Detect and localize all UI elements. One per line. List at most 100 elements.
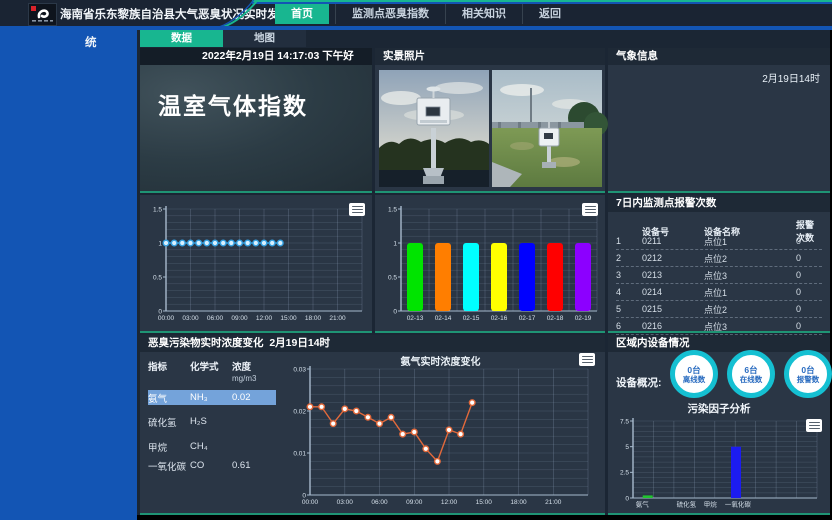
svg-text:18:00: 18:00 xyxy=(305,315,322,322)
device-name: 点位3 xyxy=(704,269,796,282)
row-index: 1 xyxy=(616,236,642,246)
unit-label: mg/m3 xyxy=(232,374,256,383)
row-index: 3 xyxy=(616,270,642,280)
chemical-formula: CH₄ xyxy=(190,441,232,452)
svg-text:7.5: 7.5 xyxy=(620,418,629,425)
weather-panel: 气象信息 2月19日14时 xyxy=(608,48,830,193)
row-index: 6 xyxy=(616,321,642,331)
svg-text:0.5: 0.5 xyxy=(153,274,162,281)
nav-menu-item[interactable]: 返回 xyxy=(522,4,577,24)
photos-panel: 实景照片 xyxy=(375,48,605,193)
nav-menu-item[interactable]: 相关知识 xyxy=(445,4,522,24)
nav-menu-item[interactable]: 监测点恶臭指数 xyxy=(335,4,445,24)
svg-text:03:00: 03:00 xyxy=(182,315,199,322)
col-indicator: 指标 xyxy=(148,359,190,384)
alarm-count: 0 xyxy=(796,304,822,314)
svg-text:2.5: 2.5 xyxy=(620,470,629,477)
indicator-name: 甲烷 xyxy=(148,440,190,454)
stat-badge: 0台 报警数 xyxy=(784,350,832,398)
device-no: 0216 xyxy=(642,321,704,331)
table-row: 5 0215 点位2 0 xyxy=(616,301,822,318)
pollutants-panel: 恶臭污染物实时浓度变化 2月19日14时 指标 化学式 浓度mg/m3 氨气 N… xyxy=(140,335,605,515)
col-formula: 化学式 xyxy=(190,359,232,384)
chart-menu-icon[interactable] xyxy=(349,203,365,216)
svg-text:02-13: 02-13 xyxy=(407,315,424,322)
svg-text:0.02: 0.02 xyxy=(293,408,306,415)
row-index: 4 xyxy=(616,287,642,297)
svg-text:0.5: 0.5 xyxy=(388,274,397,281)
pollutant-row[interactable]: 一氧化碳 CO 0.61 xyxy=(148,458,276,473)
weather-timestamp: 2月19日14时 xyxy=(762,70,820,85)
svg-text:0: 0 xyxy=(625,495,629,502)
table-row: 3 0213 点位3 0 xyxy=(616,267,822,284)
alarm-count: 0 xyxy=(796,287,822,297)
svg-text:5: 5 xyxy=(625,444,629,451)
greeting-slideshow: 温室气体指数 xyxy=(140,65,372,191)
svg-text:0.03: 0.03 xyxy=(293,366,306,373)
row-index: 2 xyxy=(616,253,642,263)
alarm-table: 设备号 设备名称 报警次数 1 0211 点位1 0 2 0212 点位2 0 xyxy=(616,218,822,335)
stat-badge: 0台 离线数 xyxy=(670,350,718,398)
table-row: 2 0212 点位2 0 xyxy=(616,250,822,267)
device-no: 0214 xyxy=(642,287,704,297)
chart-menu-icon[interactable] xyxy=(806,419,822,432)
indicator-name: 硫化氢 xyxy=(148,415,190,429)
svg-text:02-17: 02-17 xyxy=(519,315,536,322)
svg-text:03:00: 03:00 xyxy=(337,499,354,506)
stat-label: 报警数 xyxy=(797,375,820,384)
alarm-table-header: 设备号 设备名称 报警次数 xyxy=(616,218,822,233)
datetime-header: 2022年2月19日 14:17:03 下午好 xyxy=(140,48,372,65)
device-no: 0215 xyxy=(642,304,704,314)
pollutants-timestamp: 2月19日14时 xyxy=(269,337,330,349)
alarm-panel-title: 7日内监测点报警次数 xyxy=(608,195,830,212)
stat-badge: 6台 在线数 xyxy=(727,350,775,398)
stat-count: 6台 xyxy=(744,365,757,375)
device-no: 0211 xyxy=(642,236,704,246)
view-tab[interactable]: 地图 xyxy=(223,30,306,47)
stat-label: 离线数 xyxy=(683,375,706,384)
main-nav-menu: 首页监测点恶臭指数相关知识返回 xyxy=(275,3,577,24)
view-tab[interactable]: 数据 xyxy=(140,30,223,47)
device-name: 点位2 xyxy=(704,303,796,316)
svg-text:一氧化碳: 一氧化碳 xyxy=(725,500,752,509)
alarm-count: 0 xyxy=(796,253,822,263)
headline-text: 温室气体指数 xyxy=(158,87,308,121)
device-name: 点位1 xyxy=(704,235,796,248)
left-sidebar: 统 xyxy=(0,30,137,520)
view-tabs: 数据地图 xyxy=(140,30,306,47)
svg-text:18:00: 18:00 xyxy=(510,499,527,506)
top-navbar: 海南省乐东黎族自治县大气恶臭状况实时发布系 首页监测点恶臭指数相关知识返回 xyxy=(0,0,832,26)
daily-index-panel: 00.511.502-1302-1402-1502-1602-1702-1802… xyxy=(375,195,605,333)
svg-text:02-14: 02-14 xyxy=(435,315,452,322)
indicator-name: 一氧化碳 xyxy=(148,459,190,473)
svg-text:06:00: 06:00 xyxy=(371,499,388,506)
alarm-count: 0 xyxy=(796,236,822,246)
alarm-table-panel: 7日内监测点报警次数 设备号 设备名称 报警次数 1 0211 点位1 0 2 … xyxy=(608,195,830,333)
site-photo-1 xyxy=(379,70,489,187)
svg-text:硫化氢: 硫化氢 xyxy=(677,500,697,509)
pollutant-row[interactable]: 硫化氢 H₂S xyxy=(148,414,276,429)
app-logo-icon xyxy=(28,3,57,26)
photo-row xyxy=(379,70,602,187)
greeting-panel: 2022年2月19日 14:17:03 下午好 温室气体指数 xyxy=(140,48,372,193)
nav-menu-item[interactable]: 首页 xyxy=(275,4,329,24)
navbar-curve-decoration xyxy=(215,0,275,26)
svg-text:06:00: 06:00 xyxy=(207,315,224,322)
alarm-count: 0 xyxy=(796,270,822,280)
chart-menu-icon[interactable] xyxy=(579,353,595,366)
pollutant-row[interactable]: 甲烷 CH₄ xyxy=(148,439,276,454)
svg-text:09:00: 09:00 xyxy=(406,499,423,506)
svg-text:21:00: 21:00 xyxy=(329,315,346,322)
stat-label: 在线数 xyxy=(740,375,763,384)
hourly-index-panel: 00.511.500:0003:0006:0009:0012:0015:0018… xyxy=(140,195,372,333)
nh3-chart-zone: 氨气实时浓度变化 00.010.020.0300:0003:0006:0009:… xyxy=(280,353,601,511)
svg-text:0.01: 0.01 xyxy=(293,450,306,457)
svg-text:15:00: 15:00 xyxy=(280,315,297,322)
indicator-name: 氨气 xyxy=(148,391,190,405)
svg-text:1.5: 1.5 xyxy=(388,206,397,213)
stat-count: 0台 xyxy=(687,365,700,375)
chart-menu-icon[interactable] xyxy=(582,203,598,216)
svg-text:甲烷: 甲烷 xyxy=(704,500,718,509)
hourly-index-chart: 00.511.500:0003:0006:0009:0012:0015:0018… xyxy=(142,199,368,329)
pollutant-row[interactable]: 氨气 NH₃ 0.02 xyxy=(148,390,276,405)
